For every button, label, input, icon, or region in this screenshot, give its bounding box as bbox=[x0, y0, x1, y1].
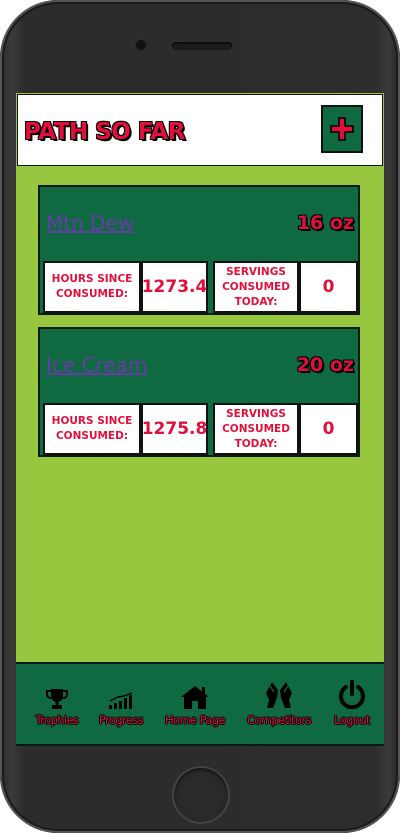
front-camera bbox=[136, 40, 146, 50]
competitors-icon bbox=[266, 682, 292, 708]
hours-since-value: 1273.4 bbox=[141, 277, 208, 297]
hours-since-value-cell: 1275.8 bbox=[141, 403, 208, 455]
nav-progress-label: Progress bbox=[98, 713, 144, 727]
add-item-button[interactable] bbox=[321, 105, 363, 153]
plus-icon bbox=[330, 117, 354, 141]
nav-home-page[interactable]: Home Page bbox=[159, 664, 231, 744]
hours-since-value-cell: 1273.4 bbox=[141, 261, 208, 313]
nav-logout[interactable]: Logout bbox=[326, 664, 378, 744]
item-amount: 16 oz bbox=[296, 212, 354, 234]
app-screen: PATH SO FAR Mtn Dew 16 oz HOURS SINCE CO… bbox=[16, 93, 384, 746]
item-name-link[interactable]: Mtn Dew bbox=[46, 211, 134, 235]
servings-value: 0 bbox=[322, 419, 335, 439]
nav-competitors[interactable]: Competitors bbox=[240, 664, 318, 744]
servings-label-cell: SERVINGS CONSUMED TODAY: bbox=[213, 403, 299, 455]
earpiece-speaker bbox=[172, 42, 232, 50]
bottom-nav: Trophies Progress Home Page Competitors … bbox=[16, 662, 384, 746]
home-icon bbox=[181, 686, 209, 709]
hours-since-value: 1275.8 bbox=[141, 419, 208, 439]
servings-label-cell: SERVINGS CONSUMED TODAY: bbox=[213, 261, 299, 313]
power-icon bbox=[339, 680, 365, 710]
servings-value-cell: 0 bbox=[299, 261, 358, 313]
nav-trophies[interactable]: Trophies bbox=[30, 664, 84, 744]
nav-trophies-label: Trophies bbox=[35, 713, 80, 727]
nav-competitors-label: Competitors bbox=[246, 713, 312, 727]
consumption-card: Ice Cream 20 oz HOURS SINCE CONSUMED: 12… bbox=[38, 327, 360, 457]
servings-label: SERVINGS CONSUMED TODAY: bbox=[222, 407, 290, 450]
nav-progress[interactable]: Progress bbox=[94, 664, 148, 744]
trophy-icon bbox=[46, 689, 68, 709]
page-title: PATH SO FAR bbox=[24, 119, 185, 145]
hours-since-label: HOURS SINCE CONSUMED: bbox=[51, 273, 133, 300]
progress-chart-icon bbox=[109, 692, 133, 709]
hours-since-label-cell: HOURS SINCE CONSUMED: bbox=[43, 261, 141, 313]
app-header: PATH SO FAR bbox=[17, 94, 383, 166]
nav-home-page-label: Home Page bbox=[164, 713, 226, 727]
servings-value: 0 bbox=[322, 277, 335, 297]
hours-since-label-cell: HOURS SINCE CONSUMED: bbox=[43, 403, 141, 455]
servings-value-cell: 0 bbox=[299, 403, 358, 455]
item-name-link[interactable]: Ice Cream bbox=[46, 353, 147, 377]
servings-label: SERVINGS CONSUMED TODAY: bbox=[222, 265, 290, 308]
home-hardware-button[interactable] bbox=[172, 766, 230, 824]
item-amount: 20 oz bbox=[296, 354, 354, 376]
nav-logout-label: Logout bbox=[334, 713, 370, 727]
consumption-card: Mtn Dew 16 oz HOURS SINCE CONSUMED: 1273… bbox=[38, 185, 360, 315]
hours-since-label: HOURS SINCE CONSUMED: bbox=[51, 415, 133, 442]
phone-frame: PATH SO FAR Mtn Dew 16 oz HOURS SINCE CO… bbox=[0, 0, 400, 833]
